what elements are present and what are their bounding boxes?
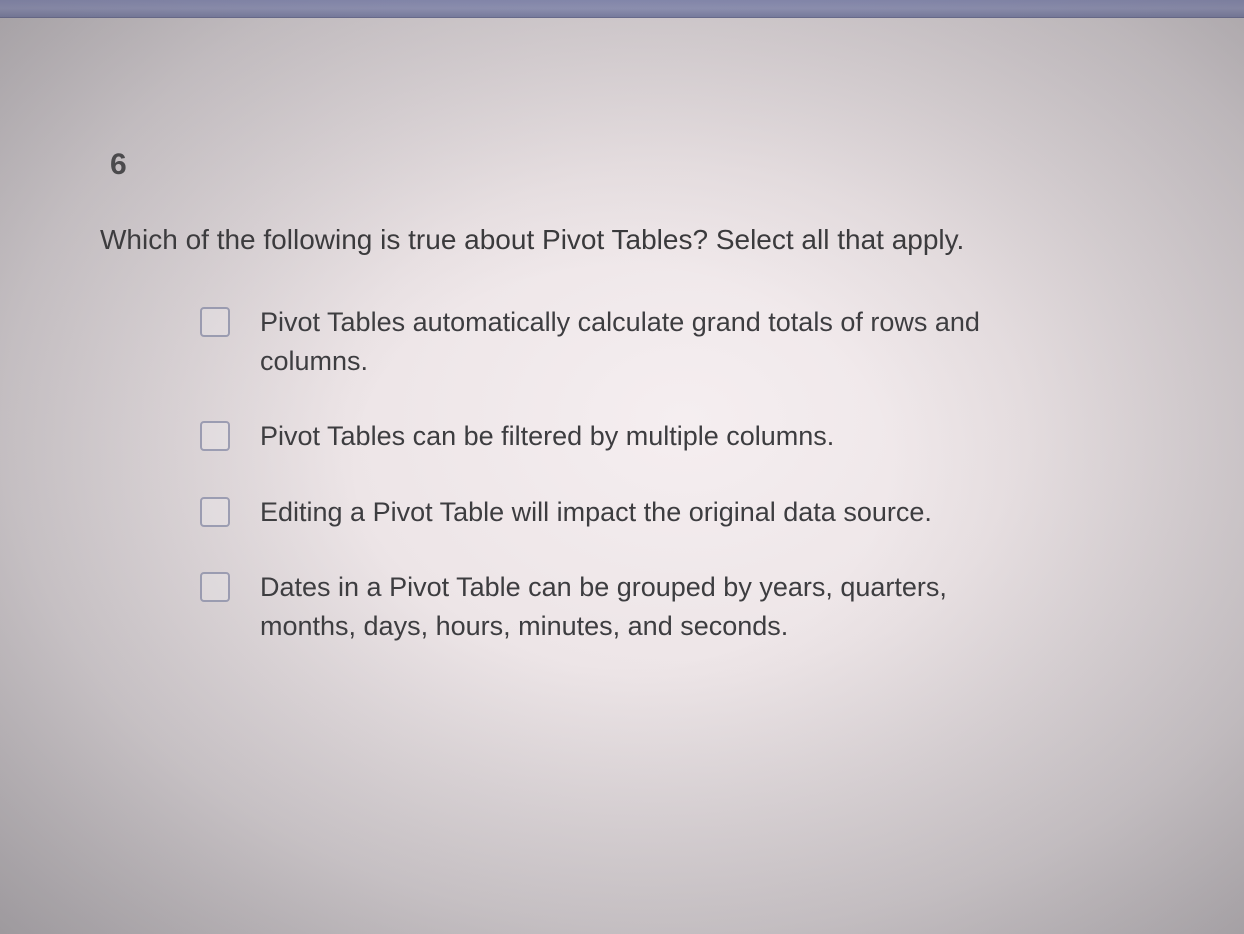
option-checkbox-2[interactable] <box>200 421 230 451</box>
question-number: 6 <box>110 148 1144 182</box>
option-row: Dates in a Pivot Table can be grouped by… <box>200 568 1144 646</box>
option-row: Editing a Pivot Table will impact the or… <box>200 493 1144 532</box>
option-row: Pivot Tables can be filtered by multiple… <box>200 417 1144 456</box>
option-label: Dates in a Pivot Table can be grouped by… <box>260 568 1020 646</box>
option-checkbox-4[interactable] <box>200 572 230 602</box>
option-label: Pivot Tables can be filtered by multiple… <box>260 417 834 456</box>
option-row: Pivot Tables automatically calculate gra… <box>200 303 1144 381</box>
option-label: Pivot Tables automatically calculate gra… <box>260 303 1020 381</box>
window-top-bar <box>0 0 1244 18</box>
question-prompt: Which of the following is true about Piv… <box>100 220 1144 259</box>
option-checkbox-1[interactable] <box>200 307 230 337</box>
question-container: 6 Which of the following is true about P… <box>0 18 1244 646</box>
options-list: Pivot Tables automatically calculate gra… <box>100 303 1144 646</box>
option-checkbox-3[interactable] <box>200 497 230 527</box>
option-label: Editing a Pivot Table will impact the or… <box>260 493 932 532</box>
